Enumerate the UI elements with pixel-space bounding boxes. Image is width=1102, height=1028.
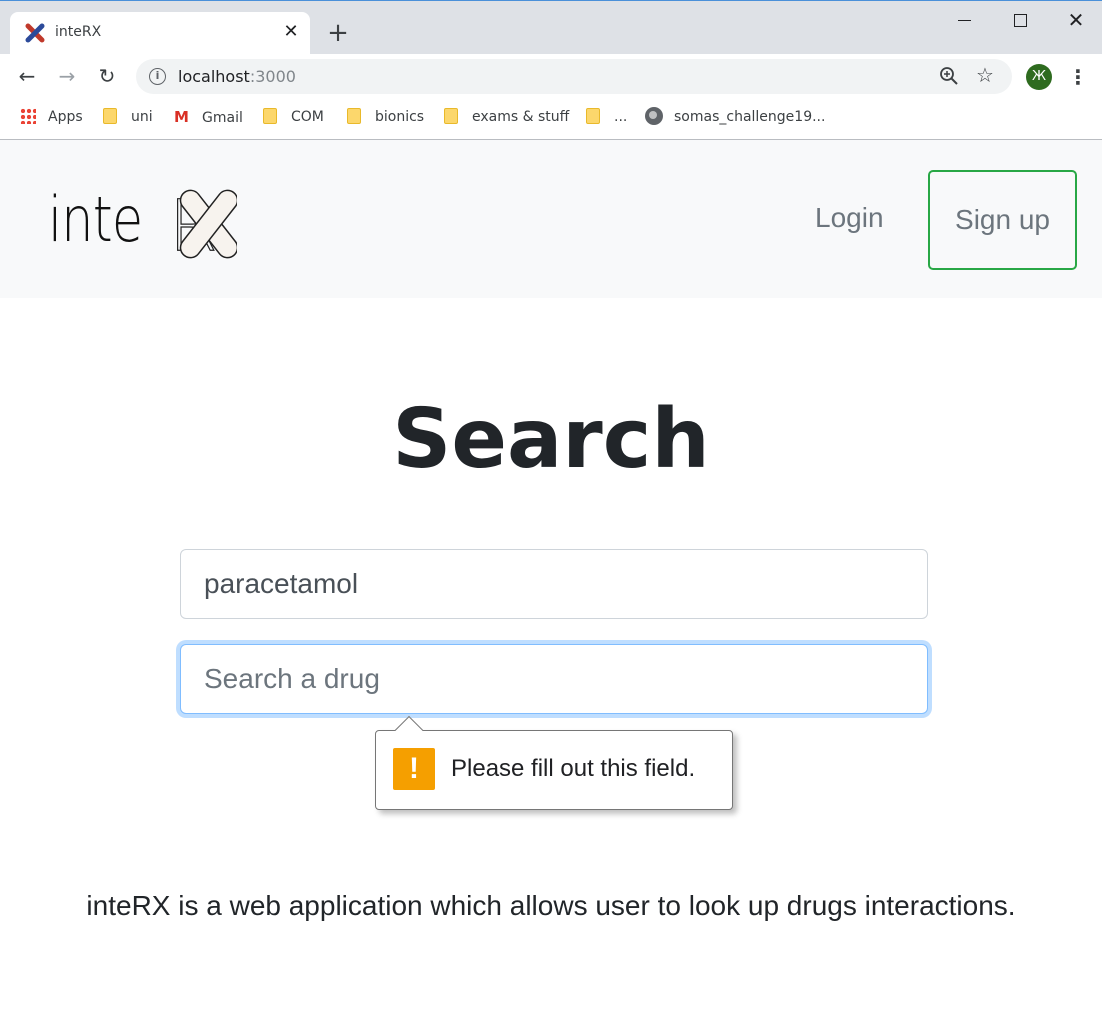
app-description: inteRX is a web application which allows… [86, 890, 1016, 921]
site-logo[interactable]: inte R [48, 178, 248, 262]
interx-favicon-icon [25, 23, 45, 43]
bookmark-com[interactable]: COM [263, 106, 324, 128]
tooltip-arrow [394, 715, 424, 745]
globe-icon [645, 107, 663, 125]
tab-strip: inteRX ✕ + ✕ [0, 0, 1102, 55]
bookmark-exams[interactable]: exams & stuff [444, 106, 569, 128]
signup-button[interactable]: Sign up [928, 170, 1077, 270]
bookmark-star-icon[interactable]: ☆ [976, 63, 994, 87]
folder-icon [586, 108, 600, 124]
validation-message: Please fill out this field. [451, 755, 696, 782]
bookmark-label: exams & stuff [472, 109, 570, 125]
gmail-icon: M [174, 108, 189, 126]
validation-tooltip: ! Please fill out this field. [375, 715, 733, 810]
browser-menu-icon[interactable]: ⋮ [1068, 62, 1088, 92]
tab-title: inteRX [55, 24, 102, 40]
logo-text: inte [48, 183, 143, 256]
window-minimize-button[interactable] [936, 1, 994, 39]
bookmark-label: bionics [375, 109, 425, 125]
bookmark-label: Apps [48, 109, 83, 125]
bookmark-label: Gmail [202, 110, 243, 126]
bookmark-more[interactable]: ... [586, 106, 627, 128]
url-text[interactable]: localhost:3000 [178, 67, 296, 86]
forward-arrow-icon[interactable]: → [53, 62, 81, 90]
window-close-button[interactable]: ✕ [1047, 1, 1102, 39]
browser-toolbar: ← → ↻ i localhost:3000 ☆ Ж ⋮ [0, 54, 1102, 100]
bookmark-apps[interactable]: Apps [20, 106, 83, 128]
window-maximize-button[interactable] [990, 1, 1048, 39]
folder-icon [103, 108, 117, 124]
login-link[interactable]: Login [815, 202, 884, 234]
profile-avatar[interactable]: Ж [1026, 64, 1052, 90]
bookmark-label: somas_challenge19... [674, 109, 826, 125]
site-info-icon[interactable]: i [149, 68, 166, 85]
bookmark-bionics[interactable]: bionics [347, 106, 424, 128]
page-title: Search [392, 392, 710, 487]
site-navbar: inte R Login Sign up [0, 140, 1102, 298]
folder-icon [263, 108, 277, 124]
bookmark-label: COM [291, 109, 324, 125]
bookmark-uni[interactable]: uni [103, 106, 153, 128]
new-tab-button[interactable]: + [324, 19, 352, 47]
reload-icon[interactable]: ↻ [93, 62, 121, 90]
browser-chrome: inteRX ✕ + ✕ ← → ↻ i localhost:3000 ☆ Ж … [0, 0, 1102, 140]
url-port: :3000 [249, 67, 296, 86]
url-host: localhost [178, 67, 250, 86]
bookmark-gmail[interactable]: M Gmail [174, 106, 243, 128]
bookmark-label: ... [614, 109, 628, 125]
bookmark-label: uni [131, 109, 153, 125]
drug-2-input[interactable] [180, 644, 928, 714]
warning-icon: ! [393, 748, 435, 790]
zoom-icon[interactable] [938, 65, 960, 87]
folder-icon [444, 108, 458, 124]
back-arrow-icon[interactable]: ← [13, 62, 41, 90]
address-bar[interactable]: i localhost:3000 ☆ [136, 59, 1012, 94]
tab-close-icon[interactable]: ✕ [280, 21, 302, 43]
page-content: inte R Login Sign up Search ! Please fil… [0, 140, 1102, 1028]
bookmarks-bar: Apps uni M Gmail COM bionics exams & stuf… [0, 100, 1102, 140]
browser-tab[interactable]: inteRX ✕ [10, 12, 310, 55]
folder-icon [347, 108, 361, 124]
pill-cross-logo-icon: R [173, 184, 237, 260]
apps-grid-icon [20, 108, 36, 124]
drug-1-input[interactable] [180, 549, 928, 619]
bookmark-somas[interactable]: somas_challenge19... [645, 106, 825, 128]
